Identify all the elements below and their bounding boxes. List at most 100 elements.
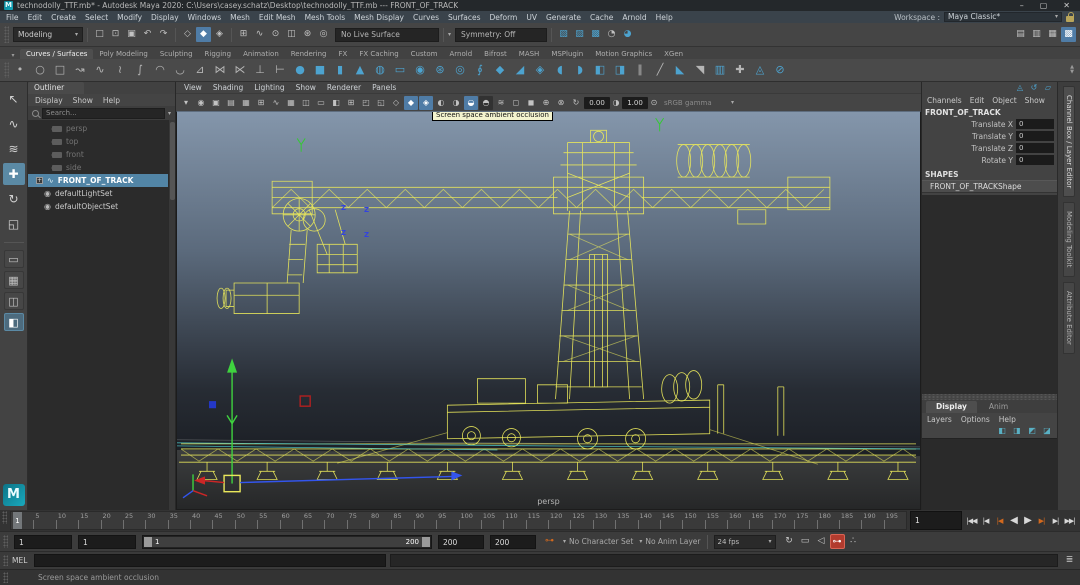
close-button[interactable]: ✕	[1063, 1, 1070, 10]
shelf-nurbs-pipe-icon[interactable]: ◎	[451, 61, 469, 79]
menu-edit-mesh[interactable]: Edit Mesh	[259, 13, 296, 22]
channel-value-field[interactable]: 0	[1016, 143, 1054, 153]
viewport-grease-pencil-icon[interactable]: ∿	[269, 96, 283, 110]
statusline-snap-to-point-icon[interactable]: ⊙	[268, 27, 283, 42]
menu-curves[interactable]: Curves	[413, 13, 439, 22]
viewport-menu-panels[interactable]: Panels	[372, 83, 396, 92]
viewport-menu-view[interactable]: View	[184, 83, 202, 92]
view-transform-select[interactable]: sRGB gamma ▾	[660, 99, 738, 107]
viewport-xray-icon[interactable]: ◻	[509, 96, 523, 110]
statusline-snap-to-view-plane-icon[interactable]: ⊛	[300, 27, 315, 42]
evaluation-mode-icon[interactable]: ∴	[846, 534, 861, 549]
command-language-label[interactable]: MEL	[12, 556, 30, 565]
shelf-snap-point-icon[interactable]: •	[11, 61, 29, 79]
menuset-select[interactable]: Modeling ▾	[13, 27, 83, 42]
statusline-undo-icon[interactable]: ↶	[140, 27, 155, 42]
shelf-scrollbar[interactable]: ▲▼	[1070, 65, 1076, 75]
shelf-nurbs-cylinder-icon[interactable]: ▮	[331, 61, 349, 79]
shelf-nurbs-gear-icon[interactable]: ⊛	[431, 61, 449, 79]
symmetry-field[interactable]: Symmetry: Off	[455, 28, 547, 42]
viewport-safe-action-icon[interactable]: ◰	[359, 96, 373, 110]
viewport-select-camera-icon[interactable]: ▾	[179, 96, 193, 110]
menu-help[interactable]: Help	[656, 13, 673, 22]
statusline-display-render-settings-icon[interactable]: ◔	[604, 27, 619, 42]
menu-mesh-tools[interactable]: Mesh Tools	[305, 13, 346, 22]
viewport-2d-pan-zoom-icon[interactable]: ⊞	[254, 96, 268, 110]
shelf-birail-icon[interactable]: ∥	[631, 61, 649, 79]
shelf-bezier-curve-tool-icon[interactable]: ≀	[111, 61, 129, 79]
step-forward-key-icon[interactable]: ▶|	[1035, 517, 1048, 525]
outliner-item-top[interactable]: top	[28, 135, 175, 148]
chevron-down-icon[interactable]: ▾	[168, 110, 171, 117]
shelf-tab-curves-surfaces[interactable]: Curves / Surfaces	[20, 49, 93, 59]
layer-menu-options[interactable]: Options	[961, 415, 990, 424]
grip[interactable]	[3, 535, 8, 548]
outliner-search-input[interactable]	[42, 108, 165, 119]
shelf-nurbs-cone-icon[interactable]: ▲	[351, 61, 369, 79]
statusline-snap-to-curve-icon[interactable]: ∿	[252, 27, 267, 42]
lock-workspace-icon[interactable]	[1066, 16, 1074, 22]
viewport-menu-renderer[interactable]: Renderer	[327, 83, 361, 92]
menu-display[interactable]: Display	[151, 13, 179, 22]
grip[interactable]	[3, 555, 8, 567]
minimize-button[interactable]: –	[1020, 1, 1024, 10]
layer-menu-help[interactable]: Help	[999, 415, 1016, 424]
viewport-3d-view[interactable]: Screen space ambient occlusion	[176, 111, 921, 510]
channel-value-field[interactable]: 0	[1016, 119, 1054, 129]
statusline-new-scene-icon[interactable]: □	[92, 27, 107, 42]
shelf-sculpt-geometry-tool-icon[interactable]: ✚	[731, 61, 749, 79]
layer-editor-tab-anim[interactable]: Anim	[979, 401, 1018, 413]
selected-object-name[interactable]: FRONT_OF_TRACK	[922, 106, 1057, 118]
shelf-nurbs-disc-icon[interactable]: ◉	[411, 61, 429, 79]
shelf-project-curve-icon[interactable]: ◬	[751, 61, 769, 79]
statusline-launch-render-view-icon[interactable]: ◕	[620, 27, 635, 42]
side-tab-attribute-editor[interactable]: Attribute Editor	[1063, 282, 1075, 354]
outliner-item-defaultlightset[interactable]: ◉defaultLightSet	[28, 187, 175, 200]
channelbox-menu-edit[interactable]: Edit	[970, 96, 985, 105]
chevron-down-icon[interactable]: ▾	[448, 31, 451, 38]
menu-cache[interactable]: Cache	[590, 13, 613, 22]
statusline-ipr-render-icon[interactable]: ▨	[572, 27, 587, 42]
layer-layer-current-icon[interactable]: ◨	[1011, 425, 1023, 437]
layer-layer-empty-icon[interactable]: ◧	[996, 425, 1008, 437]
shelf-nurbs-helix-icon[interactable]: ∮	[471, 61, 489, 79]
viewport-plugin-shapes-icon[interactable]: ⊗	[554, 96, 568, 110]
channelbox-menu-show[interactable]: Show	[1025, 96, 1045, 105]
shelf-tab-msplugin[interactable]: MSPlugin	[545, 49, 589, 59]
menu-uv[interactable]: UV	[526, 13, 537, 22]
menu-deform[interactable]: Deform	[489, 13, 517, 22]
shelf-tab-bifrost[interactable]: Bifrost	[478, 49, 513, 59]
range-slider[interactable]: 1 200	[142, 535, 432, 549]
shelf-trim-tool-icon[interactable]: ⊘	[771, 61, 789, 79]
viewport-lock-camera-icon[interactable]: ◉	[194, 96, 208, 110]
layer-menu-layers[interactable]: Layers	[927, 415, 952, 424]
shelf-nurbs-square-icon[interactable]: □	[51, 61, 69, 79]
workspace-select[interactable]: Maya Classic* ▾	[944, 12, 1062, 22]
animation-start-field[interactable]: 1	[14, 535, 72, 549]
statusline-render-sequence-icon[interactable]: ▩	[588, 27, 603, 42]
statusline-toggle-attribute-editor-icon[interactable]: ▤	[1013, 27, 1028, 42]
menu-select[interactable]: Select	[85, 13, 108, 22]
outliner-menu-display[interactable]: Display	[35, 96, 63, 105]
outliner-scrollbar[interactable]	[168, 120, 175, 510]
playblast-icon[interactable]: ▭	[798, 534, 813, 549]
menu-mesh-display[interactable]: Mesh Display	[354, 13, 404, 22]
set-key-icon[interactable]: ⊶	[542, 534, 557, 549]
channel-label[interactable]: Translate X	[971, 120, 1013, 129]
statusline-select-object-icon[interactable]: ◆	[196, 27, 211, 42]
statusline-redo-icon[interactable]: ↷	[156, 27, 171, 42]
shelf-nurbs-soccer-ball-icon[interactable]: ◈	[531, 61, 549, 79]
channel-label[interactable]: Translate Z	[971, 144, 1013, 153]
shelf-insert-knot-icon[interactable]: ⊥	[251, 61, 269, 79]
channelbox-channel-xyz-icon[interactable]: ◬	[1014, 82, 1026, 94]
shelf-tab-xgen[interactable]: XGen	[658, 49, 689, 59]
current-time-marker[interactable]: 1	[13, 512, 22, 529]
layer-layer-new-icon[interactable]: ◪	[1041, 425, 1053, 437]
channelbox-menu-channels[interactable]: Channels	[927, 96, 962, 105]
shelf-three-point-arc-tool-icon[interactable]: ◡	[171, 61, 189, 79]
shelf-menu-icon[interactable]: ▾	[6, 52, 20, 59]
channel-value-field[interactable]: 0	[1016, 131, 1054, 141]
go-to-end-icon[interactable]: ▶▶|	[1063, 517, 1076, 525]
channel-label[interactable]: Translate Y	[972, 132, 1013, 141]
shelf-loft-icon[interactable]: ◗	[571, 61, 589, 79]
